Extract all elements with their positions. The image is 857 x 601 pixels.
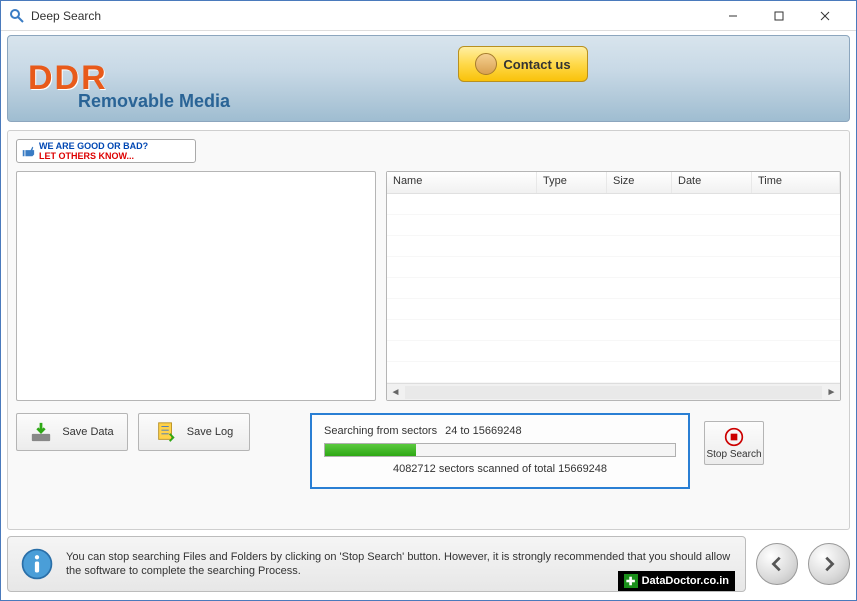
save-data-icon bbox=[30, 421, 52, 443]
thumbs-up-icon bbox=[21, 144, 35, 158]
column-type[interactable]: Type bbox=[537, 172, 607, 193]
info-icon bbox=[20, 547, 54, 581]
stop-search-label: Stop Search bbox=[706, 449, 761, 460]
feedback-line2: LET OTHERS KNOW... bbox=[39, 151, 148, 161]
column-time[interactable]: Time bbox=[752, 172, 840, 193]
stop-icon bbox=[724, 427, 744, 447]
progress-total: 15669248 bbox=[558, 463, 607, 475]
logo-subtitle: Removable Media bbox=[78, 91, 230, 112]
arrow-right-icon bbox=[820, 555, 838, 573]
forward-button[interactable] bbox=[808, 543, 850, 585]
progress-bar bbox=[324, 443, 676, 457]
arrow-left-icon bbox=[768, 555, 786, 573]
progress-label: Searching from sectors bbox=[324, 425, 437, 437]
contact-us-button[interactable]: Contact us bbox=[458, 46, 588, 82]
hint-box: You can stop searching Files and Folders… bbox=[7, 536, 746, 592]
watermark: ✚ DataDoctor.co.in bbox=[618, 571, 735, 591]
horizontal-scrollbar[interactable]: ◄ ► bbox=[387, 383, 840, 400]
scroll-left-icon[interactable]: ◄ bbox=[387, 384, 404, 401]
main-panel: WE ARE GOOD OR BAD? LET OTHERS KNOW... N… bbox=[7, 130, 850, 530]
list-body[interactable] bbox=[387, 194, 840, 383]
save-data-label: Save Data bbox=[62, 426, 113, 438]
back-button[interactable] bbox=[756, 543, 798, 585]
progress-panel: Searching from sectors 24 to 15669248 40… bbox=[310, 413, 690, 489]
titlebar: Deep Search bbox=[1, 1, 856, 31]
tree-pane[interactable] bbox=[16, 171, 376, 401]
save-data-button[interactable]: Save Data bbox=[16, 413, 128, 451]
progress-fill bbox=[325, 444, 416, 456]
app-icon bbox=[9, 8, 25, 24]
minimize-button[interactable] bbox=[710, 1, 756, 31]
scrollbar-track[interactable] bbox=[405, 386, 822, 399]
progress-range: 24 to 15669248 bbox=[445, 425, 521, 437]
list-header: Name Type Size Date Time bbox=[387, 172, 840, 194]
close-button[interactable] bbox=[802, 1, 848, 31]
save-log-icon bbox=[155, 421, 177, 443]
maximize-button[interactable] bbox=[756, 1, 802, 31]
window-title: Deep Search bbox=[31, 9, 710, 23]
stop-search-button[interactable]: Stop Search bbox=[704, 421, 764, 465]
footer: You can stop searching Files and Folders… bbox=[7, 536, 850, 592]
progress-scanned: 4082712 bbox=[393, 463, 436, 475]
file-list-pane: Name Type Size Date Time ◄ ► bbox=[386, 171, 841, 401]
feedback-line1: WE ARE GOOD OR BAD? bbox=[39, 141, 148, 151]
scroll-right-icon[interactable]: ► bbox=[823, 384, 840, 401]
contact-label: Contact us bbox=[503, 57, 570, 72]
watermark-text: DataDoctor.co.in bbox=[642, 575, 729, 587]
save-log-label: Save Log bbox=[187, 426, 233, 438]
column-date[interactable]: Date bbox=[672, 172, 752, 193]
feedback-badge[interactable]: WE ARE GOOD OR BAD? LET OTHERS KNOW... bbox=[16, 139, 196, 163]
column-size[interactable]: Size bbox=[607, 172, 672, 193]
header-banner: DDR Removable Media Contact us bbox=[7, 35, 850, 122]
save-log-button[interactable]: Save Log bbox=[138, 413, 250, 451]
cross-icon: ✚ bbox=[624, 574, 638, 588]
column-name[interactable]: Name bbox=[387, 172, 537, 193]
progress-mid: sectors scanned of total bbox=[439, 463, 555, 475]
person-icon bbox=[475, 53, 497, 75]
